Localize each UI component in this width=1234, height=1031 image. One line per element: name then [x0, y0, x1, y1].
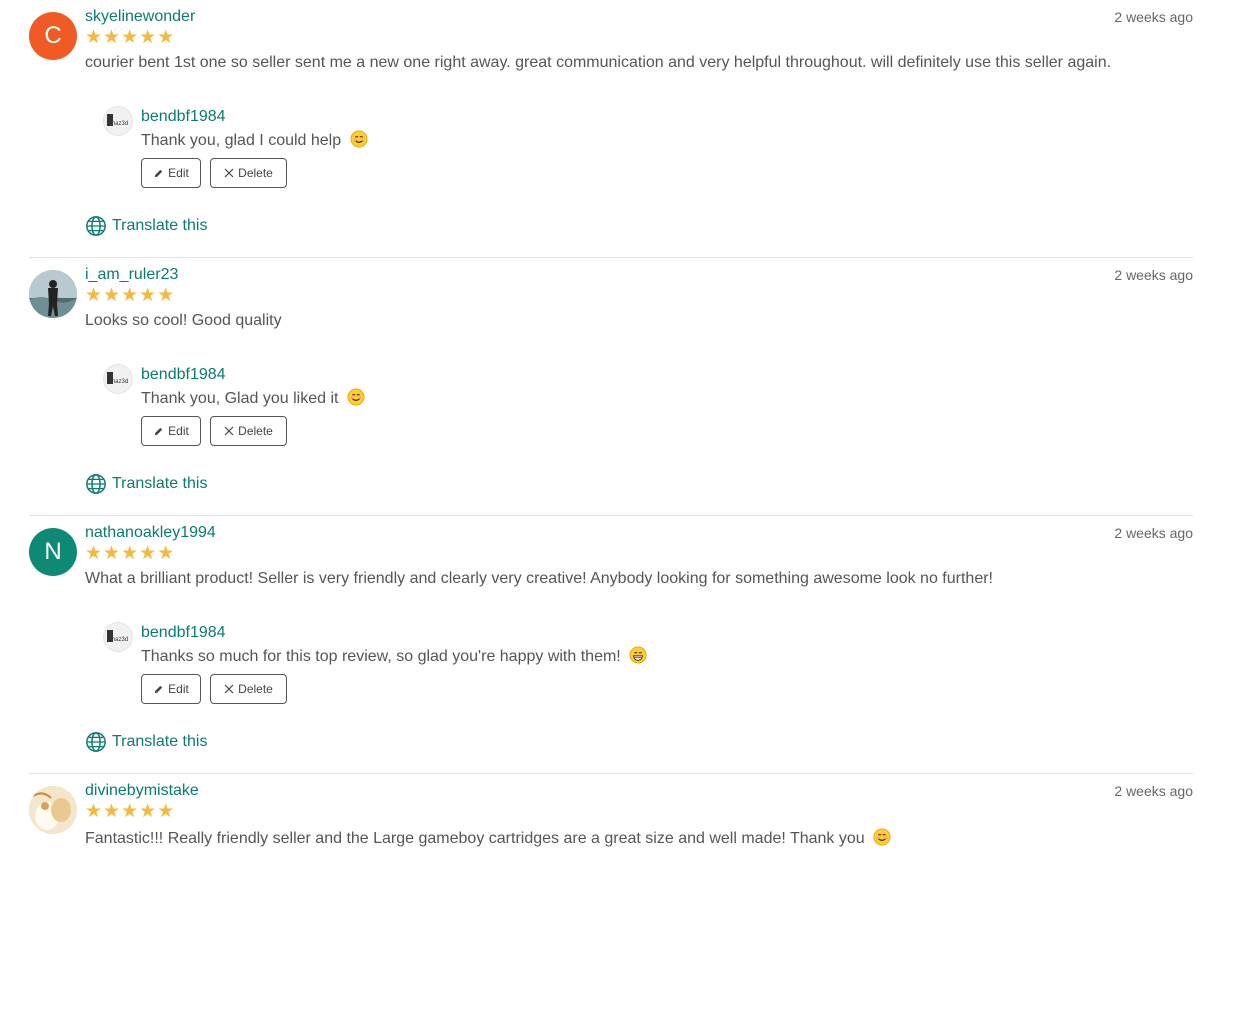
- reply-message: Thank you, Glad you liked it: [141, 390, 339, 407]
- star-icon: ★: [121, 27, 139, 48]
- delete-label: Delete: [238, 424, 273, 438]
- star-icon: ★: [85, 285, 103, 306]
- review-item: divinebymistake ★ ★ ★ ★ ★ 2 weeks ago Fantas…: [29, 774, 1193, 1031]
- star-icon: ★: [85, 543, 103, 564]
- seller-avatar-text: Phaz3d: [108, 637, 128, 643]
- avatar[interactable]: [29, 270, 77, 318]
- pencil-icon: [154, 427, 163, 435]
- pencil-icon: [154, 685, 163, 693]
- review-item: i_am_ruler23 ★ ★ ★ ★ ★ 2 weeks ago Looks so …: [29, 258, 1193, 516]
- globe-icon: [86, 732, 106, 752]
- star-rating: ★ ★ ★ ★ ★: [85, 544, 174, 563]
- translate-link[interactable]: Translate this: [85, 473, 207, 495]
- reply-text: Thank you, Glad you liked it: [141, 388, 365, 408]
- seller-avatar-text: Phaz3d: [108, 379, 128, 385]
- reviewer-username[interactable]: i_am_ruler23: [85, 266, 178, 284]
- grinning-face-icon: [629, 646, 647, 664]
- seller-avatar: Phaz3d: [103, 622, 133, 652]
- star-icon: ★: [103, 27, 121, 48]
- reviewer-username[interactable]: skyelinewonder: [85, 8, 195, 26]
- edit-label: Edit: [168, 682, 189, 696]
- avatar-letter: C: [44, 22, 62, 49]
- delete-label: Delete: [238, 682, 273, 696]
- review-message: Fantastic!!! Really friendly seller and …: [85, 830, 865, 847]
- delete-button[interactable]: Delete: [210, 674, 287, 704]
- star-rating: ★ ★ ★ ★ ★: [85, 286, 174, 305]
- avatar[interactable]: [29, 786, 77, 834]
- review-text: courier bent 1st one so seller sent me a…: [85, 54, 1112, 71]
- review-item: N nathanoakley1994 ★ ★ ★ ★ ★ 2 weeks ago Wha…: [29, 516, 1193, 774]
- edit-button[interactable]: Edit: [141, 416, 201, 446]
- globe-icon: [86, 474, 106, 494]
- avatar-photo: [29, 270, 77, 318]
- star-icon: ★: [103, 801, 121, 822]
- star-icon: ★: [121, 801, 139, 822]
- close-icon: [224, 426, 234, 436]
- reviews-list: C skyelinewonder ★ ★ ★ ★ ★ 2 weeks ago couri…: [29, 0, 1193, 1031]
- star-icon: ★: [139, 801, 157, 822]
- review-date: 2 weeks ago: [1114, 267, 1193, 283]
- avatar[interactable]: C: [29, 12, 77, 60]
- star-icon: ★: [139, 543, 157, 564]
- seller-username[interactable]: bendbf1984: [141, 624, 226, 642]
- smiling-face-icon: [347, 388, 365, 406]
- star-icon: ★: [85, 801, 103, 822]
- edit-label: Edit: [168, 424, 189, 438]
- edit-button[interactable]: Edit: [141, 674, 201, 704]
- reply-message: Thank you, glad I could help: [141, 132, 342, 149]
- review-text: Fantastic!!! Really friendly seller and …: [85, 828, 891, 848]
- translate-label: Translate this: [112, 475, 208, 492]
- delete-button[interactable]: Delete: [210, 158, 287, 188]
- pencil-icon: [154, 169, 163, 177]
- review-text: Looks so cool! Good quality: [85, 312, 282, 329]
- avatar-photo: [29, 786, 77, 834]
- globe-icon: [86, 216, 106, 236]
- close-icon: [224, 168, 234, 178]
- star-icon: ★: [85, 27, 103, 48]
- star-icon: ★: [157, 801, 175, 822]
- star-icon: ★: [103, 285, 121, 306]
- seller-avatar: Phaz3d: [103, 364, 133, 394]
- seller-avatar-text: Phaz3d: [108, 121, 128, 127]
- smiling-face-icon: [350, 130, 368, 148]
- review-text: What a brilliant product! Seller is very…: [85, 570, 993, 587]
- translate-link[interactable]: Translate this: [85, 215, 207, 237]
- star-icon: ★: [157, 285, 175, 306]
- review-date: 2 weeks ago: [1114, 9, 1193, 25]
- review-item: C skyelinewonder ★ ★ ★ ★ ★ 2 weeks ago couri…: [29, 0, 1193, 258]
- seller-username[interactable]: bendbf1984: [141, 366, 226, 384]
- edit-label: Edit: [168, 166, 189, 180]
- reply-text: Thanks so much for this top review, so g…: [141, 646, 647, 666]
- star-icon: ★: [103, 543, 121, 564]
- star-icon: ★: [121, 285, 139, 306]
- star-rating: ★ ★ ★ ★ ★: [85, 28, 174, 47]
- close-icon: [224, 684, 234, 694]
- edit-button[interactable]: Edit: [141, 158, 201, 188]
- reply-text: Thank you, glad I could help: [141, 130, 368, 150]
- review-date: 2 weeks ago: [1114, 783, 1193, 799]
- reply-message: Thanks so much for this top review, so g…: [141, 648, 621, 665]
- reviewer-username[interactable]: nathanoakley1994: [85, 524, 216, 542]
- reviewer-username[interactable]: divinebymistake: [85, 782, 199, 800]
- delete-button[interactable]: Delete: [210, 416, 287, 446]
- star-icon: ★: [157, 27, 175, 48]
- star-rating: ★ ★ ★ ★ ★: [85, 802, 174, 821]
- translate-label: Translate this: [112, 733, 208, 750]
- seller-avatar: Phaz3d: [103, 106, 133, 136]
- delete-label: Delete: [238, 166, 273, 180]
- avatar[interactable]: N: [29, 528, 77, 576]
- star-icon: ★: [139, 285, 157, 306]
- review-date: 2 weeks ago: [1114, 525, 1193, 541]
- translate-link[interactable]: Translate this: [85, 731, 207, 753]
- star-icon: ★: [139, 27, 157, 48]
- avatar-letter: N: [44, 538, 62, 565]
- smiling-face-icon: [873, 828, 891, 846]
- seller-username[interactable]: bendbf1984: [141, 108, 226, 126]
- star-icon: ★: [121, 543, 139, 564]
- star-icon: ★: [157, 543, 175, 564]
- translate-label: Translate this: [112, 217, 208, 234]
